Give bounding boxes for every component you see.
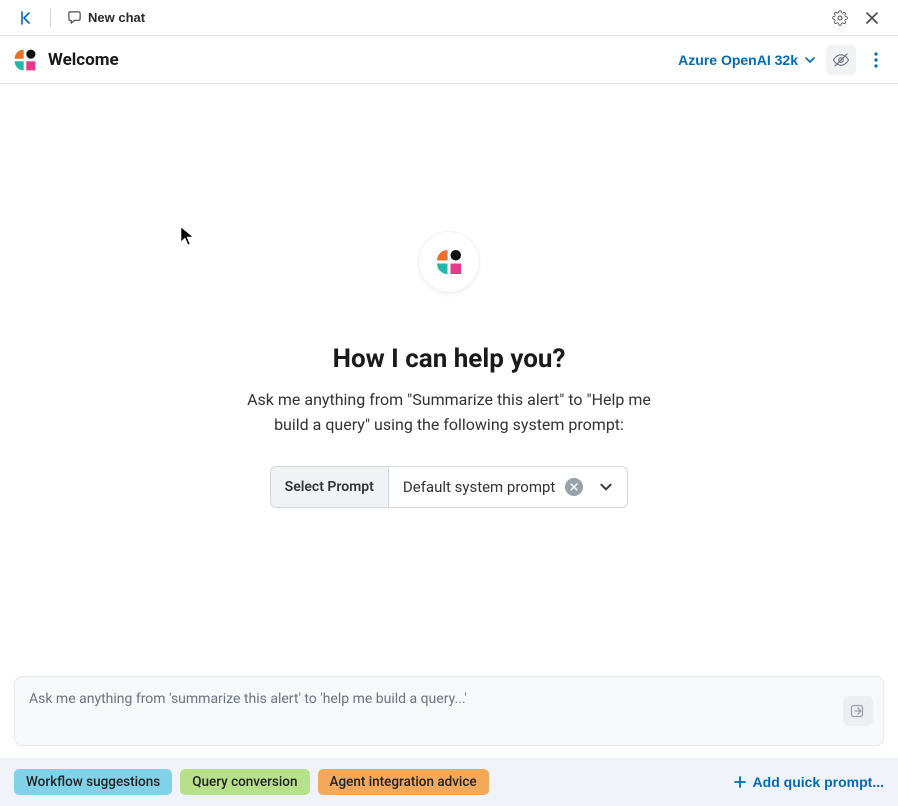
prompt-select-value[interactable]: Default system prompt (389, 467, 627, 507)
new-chat-button[interactable]: New chat (61, 6, 151, 29)
visibility-toggle-button[interactable] (826, 45, 856, 75)
app-logo-icon (12, 47, 38, 73)
gear-icon (832, 10, 848, 26)
add-quick-prompt-button[interactable]: Add quick prompt... (733, 774, 884, 790)
prompt-select-label: Select Prompt (271, 467, 389, 507)
close-panel-button[interactable] (858, 4, 886, 32)
send-icon (850, 703, 866, 719)
welcome-center: How I can help you? Ask me anything from… (0, 84, 898, 656)
model-select[interactable]: Azure OpenAI 32k (678, 52, 816, 68)
page-title: Welcome (48, 50, 119, 70)
chevron-down-icon (804, 54, 816, 66)
model-select-label: Azure OpenAI 32k (678, 52, 798, 68)
eye-off-icon (832, 51, 850, 69)
collapse-panel-button[interactable] (12, 4, 40, 32)
chat-input[interactable] (29, 691, 823, 723)
quick-prompt-bar: Workflow suggestions Query conversion Ag… (0, 758, 898, 806)
more-menu-button[interactable] (866, 45, 886, 75)
topbar: New chat (0, 0, 898, 36)
new-chat-label: New chat (88, 10, 145, 25)
add-quick-prompt-label: Add quick prompt... (753, 774, 884, 790)
quick-prompt-pill[interactable]: Query conversion (180, 769, 309, 795)
welcome-subtext: Ask me anything from "Summarize this ale… (239, 388, 659, 438)
divider (50, 9, 51, 27)
prompt-select: Select Prompt Default system prompt (270, 466, 629, 508)
app-logo-large-wrap (419, 232, 479, 292)
dots-vertical-icon (874, 52, 878, 68)
welcome-headline: How I can help you? (333, 344, 566, 374)
close-icon (865, 11, 879, 25)
clear-prompt-button[interactable] (565, 478, 583, 496)
close-icon (570, 483, 578, 491)
send-button[interactable] (843, 696, 873, 726)
quick-prompt-pill[interactable]: Agent integration advice (318, 769, 489, 795)
settings-button[interactable] (826, 4, 854, 32)
chevron-left-bar-icon (18, 10, 34, 26)
plus-icon (733, 775, 747, 789)
chevron-down-icon (599, 480, 613, 494)
chat-icon (67, 10, 82, 25)
headerbar: Welcome Azure OpenAI 32k (0, 36, 898, 84)
app-logo-icon (434, 247, 464, 277)
topbar-left: New chat (12, 4, 151, 32)
prompt-selected-text: Default system prompt (403, 478, 555, 496)
quick-prompt-pill[interactable]: Workflow suggestions (14, 769, 172, 795)
chat-input-area (14, 676, 884, 746)
